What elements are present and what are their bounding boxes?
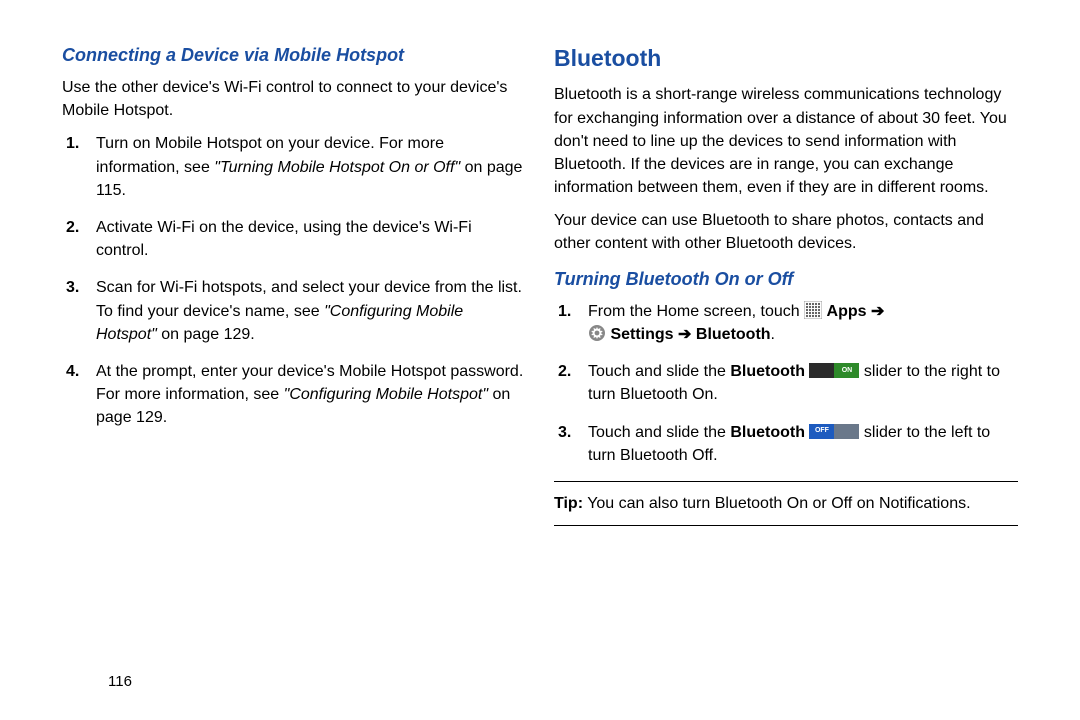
apps-label: Apps: [827, 303, 867, 320]
step-text: Activate Wi-Fi on the device, using the …: [96, 219, 472, 259]
bluetooth-steps: From the Home screen, touch Apps: [554, 300, 1018, 467]
section-heading-bt-toggle: Turning Bluetooth On or Off: [554, 266, 1018, 292]
step-text-tail: on page 129.: [161, 326, 254, 343]
tip-text: You can also turn Bluetooth On or Off on…: [587, 495, 970, 512]
cross-reference: "Configuring Mobile Hotspot": [284, 386, 488, 403]
intro-paragraph: Use the other device's Wi-Fi control to …: [62, 76, 526, 122]
step-2: Touch and slide the Bluetooth ON slider …: [582, 360, 1018, 406]
bluetooth-intro-1: Bluetooth is a short-range wireless comm…: [554, 83, 1018, 199]
divider: [554, 481, 1018, 482]
step-1: Turn on Mobile Hotspot on your device. F…: [90, 132, 526, 202]
bluetooth-label: Bluetooth: [696, 326, 771, 343]
step-text: Touch and slide the: [588, 424, 726, 441]
settings-gear-icon: [588, 324, 606, 342]
bluetooth-intro-2: Your device can use Bluetooth to share p…: [554, 209, 1018, 255]
step-3: Touch and slide the Bluetooth OFF slider…: [582, 421, 1018, 467]
step-text: From the Home screen, touch: [588, 303, 800, 320]
period: .: [771, 326, 775, 343]
step-text: Touch and slide the: [588, 363, 726, 380]
toggle-off-text: OFF: [809, 424, 834, 439]
toggle-off-icon: OFF: [809, 424, 859, 439]
page-number: 116: [108, 673, 132, 690]
left-column: Connecting a Device via Mobile Hotspot U…: [48, 42, 540, 700]
divider: [554, 525, 1018, 526]
tip-label: Tip:: [554, 495, 583, 512]
section-heading-connecting: Connecting a Device via Mobile Hotspot: [62, 42, 526, 68]
settings-label: Settings: [610, 326, 673, 343]
step-4: At the prompt, enter your device's Mobil…: [90, 360, 526, 430]
step-3: Scan for Wi-Fi hotspots, and select your…: [90, 276, 526, 346]
bluetooth-label: Bluetooth: [730, 424, 805, 441]
cross-reference: "Turning Mobile Hotspot On or Off": [214, 159, 460, 176]
step-1: From the Home screen, touch Apps: [582, 300, 1018, 346]
manual-page: Connecting a Device via Mobile Hotspot U…: [0, 0, 1080, 720]
tip-paragraph: Tip: You can also turn Bluetooth On or O…: [554, 492, 1018, 515]
bluetooth-label: Bluetooth: [730, 363, 805, 380]
apps-grid-icon: [804, 301, 822, 319]
right-column: Bluetooth Bluetooth is a short-range wir…: [540, 42, 1032, 700]
toggle-on-text: ON: [834, 363, 859, 378]
step-2: Activate Wi-Fi on the device, using the …: [90, 216, 526, 262]
section-heading-bluetooth: Bluetooth: [554, 42, 1018, 75]
arrow-icon: ➔: [678, 326, 691, 343]
toggle-on-icon: ON: [809, 363, 859, 378]
arrow-icon: ➔: [871, 303, 884, 320]
hotspot-steps: Turn on Mobile Hotspot on your device. F…: [62, 132, 526, 429]
